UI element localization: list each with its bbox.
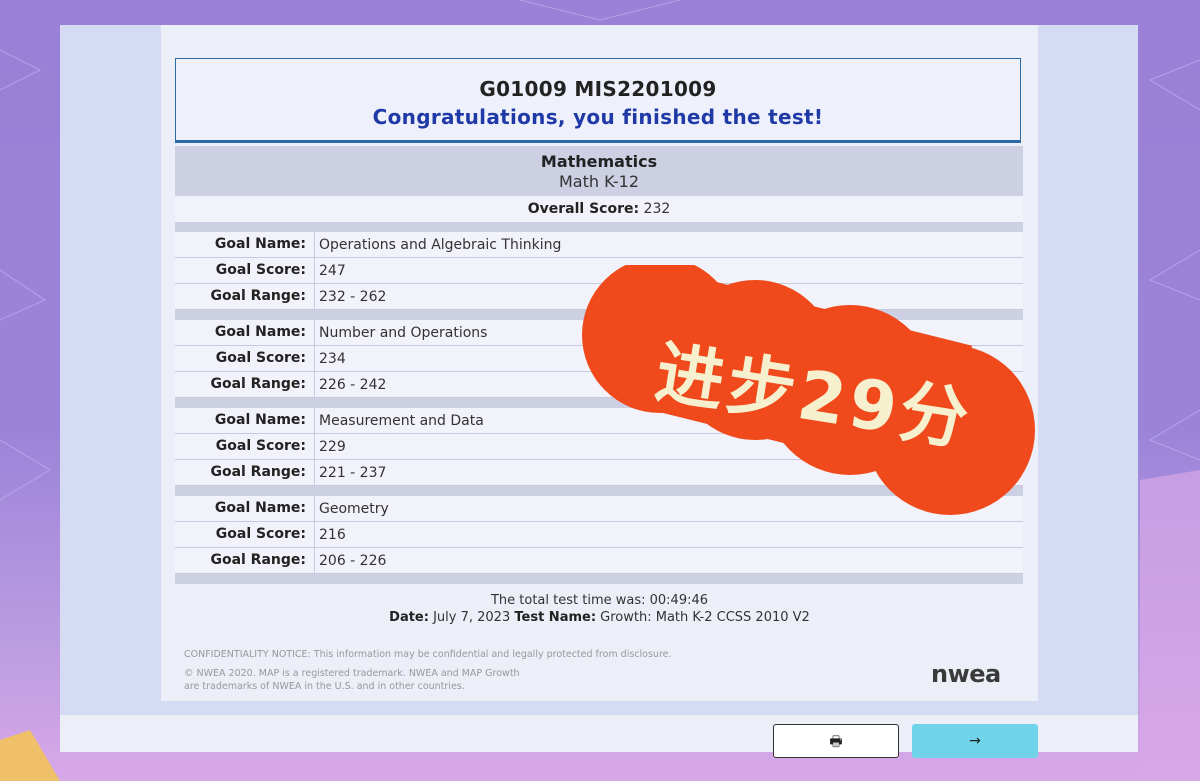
goal-range-row: Goal Range: 232 - 262: [175, 284, 1023, 310]
goal-name-value: Operations and Algebraic Thinking: [319, 237, 562, 253]
goal-range-row: Goal Range: 226 - 242: [175, 372, 1023, 398]
goal-name-row: Goal Name: Operations and Algebraic Thin…: [175, 232, 1023, 258]
next-button[interactable]: →: [912, 724, 1038, 758]
student-id: G01009 MIS2201009: [479, 77, 717, 101]
goal-range-label: Goal Range:: [175, 460, 315, 485]
goal-range-value: 232 - 262: [319, 289, 387, 305]
nwea-logo: nwea: [931, 660, 1001, 688]
goals-table-end: [175, 574, 1023, 584]
goal-range-label: Goal Range:: [175, 372, 315, 397]
goal-score-value: 216: [319, 527, 346, 543]
goal-range-row: Goal Range: 206 - 226: [175, 548, 1023, 574]
date-value: July 7, 2023: [433, 610, 511, 625]
overall-score-label: Overall Score:: [527, 201, 640, 217]
goal-name-value: Number and Operations: [319, 325, 488, 341]
goal-name-label: Goal Name:: [175, 496, 315, 521]
congrats-message: Congratulations, you finished the test!: [372, 105, 824, 129]
goal-score-label: Goal Score:: [175, 434, 315, 459]
goal-name-label: Goal Name:: [175, 408, 315, 433]
goal-name-label: Goal Name:: [175, 320, 315, 345]
goal-name-value: Geometry: [319, 501, 389, 517]
arrow-right-icon: →: [969, 733, 981, 749]
printer-icon: 🖶: [829, 734, 843, 750]
goal-range-row: Goal Range: 221 - 237: [175, 460, 1023, 486]
goals-table: Goal Name: Operations and Algebraic Thin…: [175, 222, 1023, 584]
goal-score-value: 234: [319, 351, 346, 367]
goal-block: Goal Name: Operations and Algebraic Thin…: [175, 222, 1023, 310]
overall-score-row: Overall Score: 232: [175, 197, 1023, 222]
goal-range-label: Goal Range:: [175, 284, 315, 309]
goal-score-label: Goal Score:: [175, 346, 315, 371]
test-name-label: Test Name:: [514, 610, 597, 625]
goal-block: Goal Name: Number and Operations Goal Sc…: [175, 310, 1023, 398]
report-header: G01009 MIS2201009 Congratulations, you f…: [175, 58, 1021, 143]
goal-block: Goal Name: Geometry Goal Score: 216 Goal…: [175, 486, 1023, 574]
goal-range-value: 226 - 242: [319, 377, 387, 393]
copyright-notice: © NWEA 2020. MAP is a registered tradema…: [184, 667, 564, 693]
test-meta: Date: July 7, 2023 Test Name: Growth: Ma…: [161, 610, 1038, 625]
goal-range-value: 206 - 226: [319, 553, 387, 569]
goal-score-value: 247: [319, 263, 346, 279]
confidentiality-notice: CONFIDENTIALITY NOTICE: This information…: [184, 649, 672, 660]
goal-score-row: Goal Score: 234: [175, 346, 1023, 372]
goal-score-label: Goal Score:: [175, 258, 315, 283]
print-button[interactable]: 🖶: [773, 724, 899, 758]
overall-score-value: 232: [643, 201, 671, 217]
goal-range-label: Goal Range:: [175, 548, 315, 573]
copyright-line-2: are trademarks of NWEA in the U.S. and i…: [184, 681, 465, 692]
goal-score-row: Goal Score: 216: [175, 522, 1023, 548]
goal-name-row: Goal Name: Geometry: [175, 496, 1023, 522]
subject-name: Mathematics: [540, 152, 658, 171]
goal-block: Goal Name: Measurement and Data Goal Sco…: [175, 398, 1023, 486]
copyright-line-1: © NWEA 2020. MAP is a registered tradema…: [184, 668, 520, 679]
test-time: The total test time was: 00:49:46: [490, 593, 709, 608]
goal-name-value: Measurement and Data: [319, 413, 484, 429]
goal-score-value: 229: [319, 439, 346, 455]
goal-score-label: Goal Score:: [175, 522, 315, 547]
test-name-value: Growth: Math K-2 CCSS 2010 V2: [600, 610, 810, 625]
goal-name-row: Goal Name: Measurement and Data: [175, 408, 1023, 434]
goal-name-row: Goal Name: Number and Operations: [175, 320, 1023, 346]
subject-heading: Mathematics Math K-12: [175, 146, 1023, 196]
goal-range-value: 221 - 237: [319, 465, 387, 481]
date-label: Date:: [389, 610, 429, 625]
goal-name-label: Goal Name:: [175, 232, 315, 257]
goal-score-row: Goal Score: 247: [175, 258, 1023, 284]
subject-level: Math K-12: [558, 172, 640, 191]
goal-score-row: Goal Score: 229: [175, 434, 1023, 460]
